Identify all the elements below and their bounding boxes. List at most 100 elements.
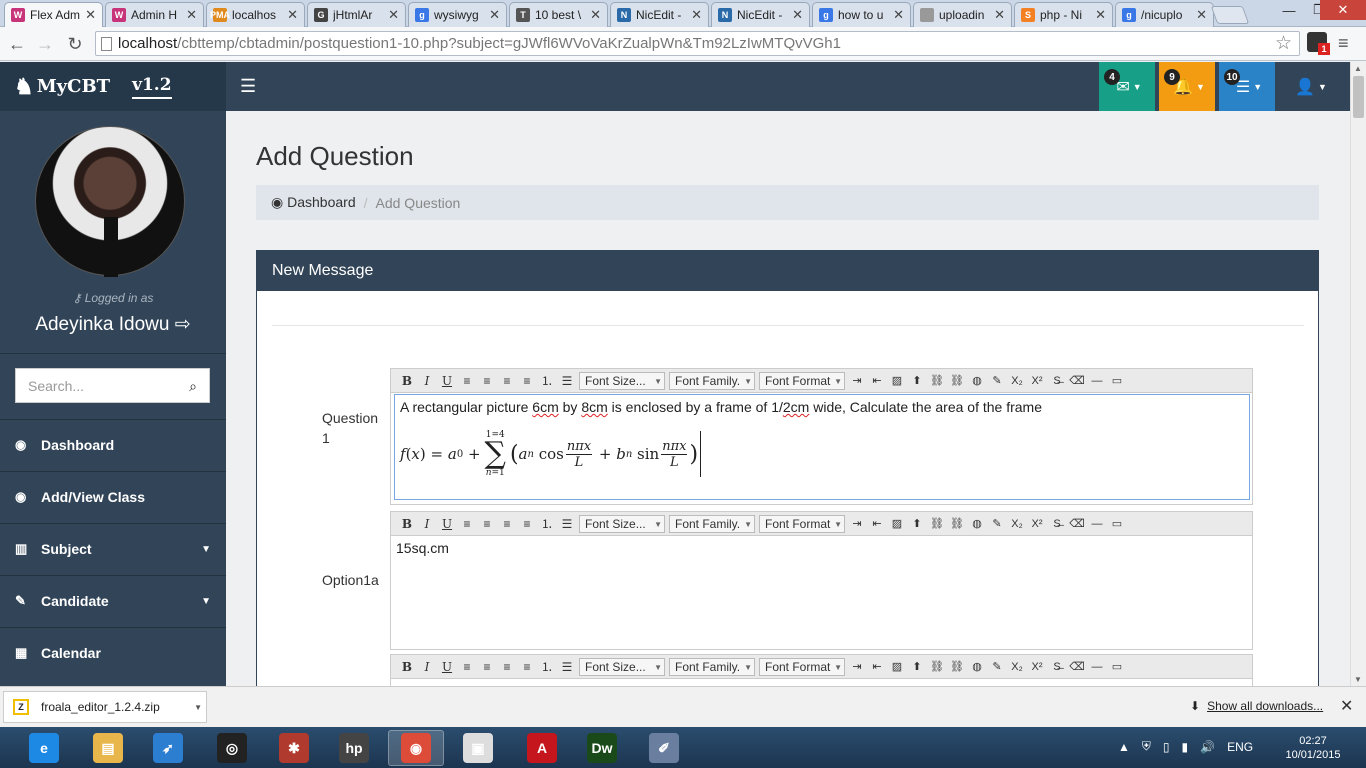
close-tab-icon[interactable]: ✕ bbox=[691, 7, 702, 23]
download-item[interactable]: Z froala_editor_1.2.4.zip ▼ bbox=[3, 691, 207, 723]
breadcrumb-home[interactable]: ◉ Dashboard bbox=[271, 194, 356, 211]
unlink-icon[interactable]: ⛓ bbox=[947, 372, 967, 390]
edit-html-icon[interactable]: ✎ bbox=[987, 515, 1007, 533]
close-tab-icon[interactable]: ✕ bbox=[489, 7, 500, 23]
close-tab-icon[interactable]: ✕ bbox=[186, 7, 197, 23]
browser-tab[interactable]: N NicEdit - ✕ bbox=[711, 2, 810, 27]
bold-button[interactable]: B bbox=[397, 372, 417, 390]
outdent-icon[interactable]: ⇤ bbox=[867, 658, 887, 676]
user-dropdown[interactable]: 👤 ▼ bbox=[1281, 62, 1337, 111]
justify-icon[interactable]: ≡ bbox=[517, 658, 537, 676]
show-hidden-icons-icon[interactable]: ▲ bbox=[1118, 740, 1130, 754]
taskbar-app[interactable]: ◉ bbox=[388, 730, 444, 766]
align-center-icon[interactable]: ≡ bbox=[477, 658, 497, 676]
scroll-up-icon[interactable]: ▲ bbox=[1354, 64, 1362, 73]
battery-icon[interactable]: ▯ bbox=[1163, 740, 1170, 754]
align-center-icon[interactable]: ≡ bbox=[477, 372, 497, 390]
align-left-icon[interactable]: ≡ bbox=[457, 372, 477, 390]
taskbar-app[interactable]: ▣ bbox=[450, 730, 506, 766]
browser-tab[interactable]: T 10 best \ ✕ bbox=[509, 2, 608, 27]
tasks-dropdown[interactable]: 10 ☰ ▼ bbox=[1219, 62, 1275, 111]
remove-format-icon[interactable]: ⌫ bbox=[1067, 372, 1087, 390]
underline-button[interactable]: U bbox=[437, 515, 457, 533]
browser-tab[interactable]: g/nicuplo ✕ bbox=[1115, 2, 1214, 27]
link-icon[interactable]: ⛓ bbox=[927, 658, 947, 676]
reload-icon[interactable]: ↻ bbox=[64, 33, 86, 55]
font-size-select[interactable]: Font Size... ▼ bbox=[579, 371, 665, 390]
browser-menu-icon[interactable]: ≡ bbox=[1338, 34, 1354, 52]
indent-icon[interactable]: ⇥ bbox=[847, 658, 867, 676]
taskbar-app[interactable]: e bbox=[16, 730, 72, 766]
strikethrough-icon[interactable]: S̶ bbox=[1047, 372, 1067, 390]
search-input[interactable]: Search... ⌕ bbox=[15, 368, 210, 403]
subscript-icon[interactable]: X₂ bbox=[1007, 658, 1027, 676]
new-tab-button[interactable] bbox=[1210, 6, 1250, 24]
browser-tab[interactable]: PMA localhos ✕ bbox=[206, 2, 305, 27]
option-text-area[interactable]: 15sq.cm bbox=[391, 536, 1252, 648]
messages-dropdown[interactable]: 4 ✉ ▼ bbox=[1099, 62, 1155, 111]
outdent-icon[interactable]: ⇤ bbox=[867, 515, 887, 533]
color-icon[interactable]: ◍ bbox=[967, 372, 987, 390]
sidebar-item-add-view-class[interactable]: ◉ Add/View Class bbox=[0, 471, 226, 522]
align-left-icon[interactable]: ≡ bbox=[457, 658, 477, 676]
indent-icon[interactable]: ⇥ bbox=[847, 372, 867, 390]
ordered-list-icon[interactable]: ⒈ bbox=[537, 372, 557, 390]
horizontal-rule-icon[interactable]: — bbox=[1087, 372, 1107, 390]
network-icon[interactable]: ▮ bbox=[1182, 740, 1189, 754]
browser-tab[interactable]: Sphp - Ni ✕ bbox=[1014, 2, 1113, 27]
back-icon[interactable]: ← bbox=[6, 33, 28, 55]
alerts-dropdown[interactable]: 9 🔔 ▼ bbox=[1159, 62, 1215, 111]
caret-down-icon[interactable]: ▼ bbox=[194, 703, 202, 712]
horizontal-rule-icon[interactable]: — bbox=[1087, 515, 1107, 533]
upload-icon[interactable]: ⬆ bbox=[907, 515, 927, 533]
upload-icon[interactable]: ⬆ bbox=[907, 658, 927, 676]
unordered-list-icon[interactable]: ☰ bbox=[557, 658, 577, 676]
edit-html-icon[interactable]: ✎ bbox=[987, 372, 1007, 390]
remove-format-icon[interactable]: ⌫ bbox=[1067, 658, 1087, 676]
unlink-icon[interactable]: ⛓ bbox=[947, 515, 967, 533]
hamburger-menu-icon[interactable]: ☰ bbox=[240, 77, 256, 95]
close-tab-icon[interactable]: ✕ bbox=[287, 7, 298, 23]
html-icon[interactable]: ▭ bbox=[1107, 372, 1127, 390]
italic-button[interactable]: I bbox=[417, 515, 437, 533]
edit-html-icon[interactable]: ✎ bbox=[987, 658, 1007, 676]
subscript-icon[interactable]: X₂ bbox=[1007, 372, 1027, 390]
clock[interactable]: 02:27 10/01/2015 bbox=[1280, 734, 1346, 762]
sidebar-item-candidate[interactable]: ✎ Candidate ▼ bbox=[0, 575, 226, 626]
minimize-button[interactable]: — bbox=[1274, 0, 1304, 20]
align-right-icon[interactable]: ≡ bbox=[497, 372, 517, 390]
horizontal-rule-icon[interactable]: — bbox=[1087, 658, 1107, 676]
subscript-icon[interactable]: X₂ bbox=[1007, 515, 1027, 533]
color-icon[interactable]: ◍ bbox=[967, 515, 987, 533]
close-tab-icon[interactable]: ✕ bbox=[1095, 7, 1106, 23]
close-tab-icon[interactable]: ✕ bbox=[1196, 7, 1207, 23]
close-window-button[interactable]: ✕ bbox=[1320, 0, 1366, 20]
superscript-icon[interactable]: X² bbox=[1027, 515, 1047, 533]
taskbar-app[interactable]: A bbox=[514, 730, 570, 766]
brand-logo[interactable]: ♞ MyCBT v1.2 bbox=[0, 62, 226, 111]
underline-button[interactable]: U bbox=[437, 658, 457, 676]
justify-icon[interactable]: ≡ bbox=[517, 372, 537, 390]
question-text-area[interactable]: A rectangular picture 6cm by 8cm is encl… bbox=[394, 394, 1250, 500]
italic-button[interactable]: I bbox=[417, 658, 437, 676]
search-icon[interactable]: ⌕ bbox=[189, 378, 197, 395]
html-icon[interactable]: ▭ bbox=[1107, 658, 1127, 676]
browser-tab[interactable]: g wysiwyg ✕ bbox=[408, 2, 507, 27]
align-right-icon[interactable]: ≡ bbox=[497, 515, 517, 533]
outdent-icon[interactable]: ⇤ bbox=[867, 372, 887, 390]
font-family-select[interactable]: Font Family. ▼ bbox=[669, 657, 755, 676]
volume-icon[interactable]: 🔊 bbox=[1200, 740, 1215, 754]
strikethrough-icon[interactable]: S̶ bbox=[1047, 658, 1067, 676]
bold-button[interactable]: B bbox=[397, 658, 417, 676]
color-icon[interactable]: ◍ bbox=[967, 658, 987, 676]
close-tab-icon[interactable]: ✕ bbox=[85, 7, 96, 23]
show-all-downloads-link[interactable]: ⬇ Show all downloads... bbox=[1190, 699, 1323, 713]
browser-tab[interactable]: W Admin H ✕ bbox=[105, 2, 204, 27]
taskbar-app[interactable]: ▤ bbox=[80, 730, 136, 766]
browser-tab[interactable]: W Flex Adm ✕ bbox=[4, 2, 103, 27]
font-format-select[interactable]: Font Format ▼ bbox=[759, 371, 845, 390]
language-indicator[interactable]: ENG bbox=[1227, 740, 1253, 754]
taskbar-app[interactable]: ✐ bbox=[636, 730, 692, 766]
taskbar-app[interactable]: Dw bbox=[574, 730, 630, 766]
close-tab-icon[interactable]: ✕ bbox=[792, 7, 803, 23]
